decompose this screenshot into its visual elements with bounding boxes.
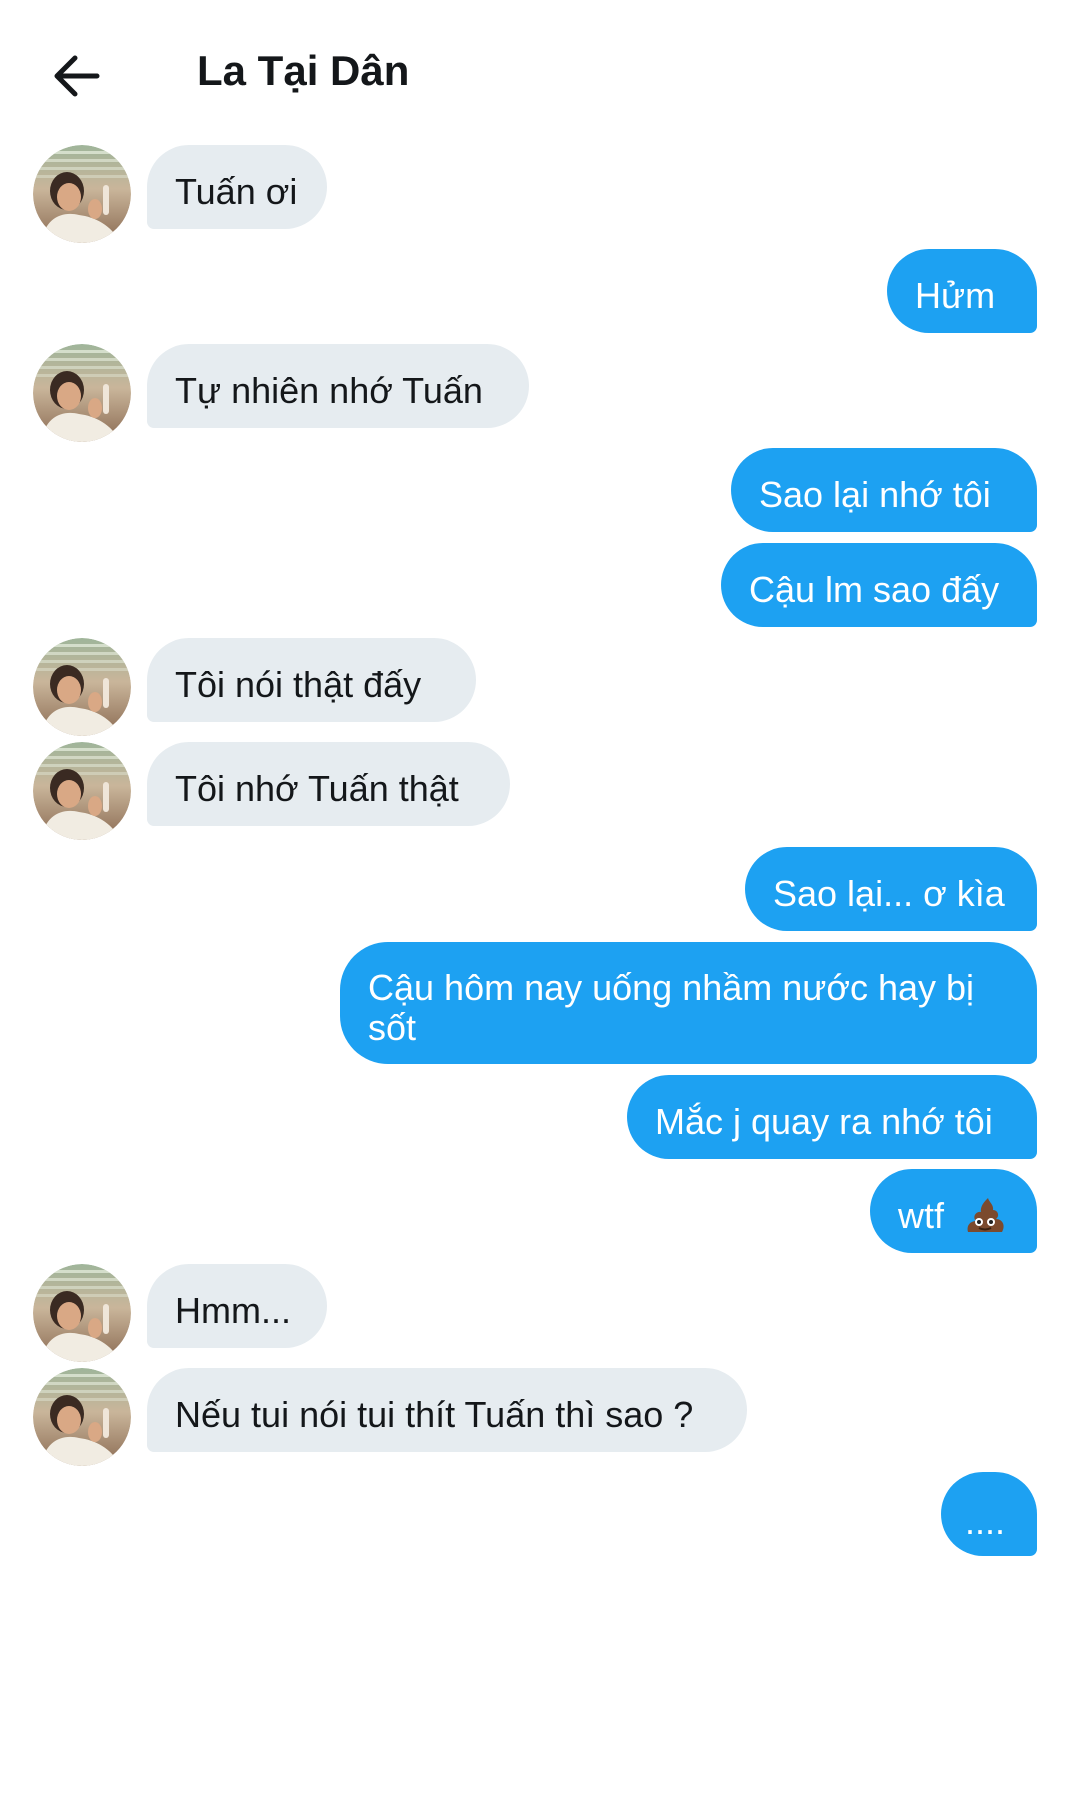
avatar[interactable] bbox=[33, 638, 131, 736]
chat-header: La Tại Dân bbox=[0, 0, 1080, 140]
outgoing-message[interactable]: Cậu hôm nay uống nhầm nước hay bị sốt bbox=[340, 942, 1037, 1064]
incoming-message[interactable]: Tuấn ơi bbox=[147, 145, 327, 229]
message-text: .... bbox=[965, 1501, 1006, 1542]
incoming-message[interactable]: Tôi nhớ Tuấn thật bbox=[147, 742, 510, 826]
pile-of-poo-emoji bbox=[967, 1198, 1004, 1233]
message-text: Hmm... bbox=[175, 1290, 291, 1331]
message-text: Tôi nói thật đấy bbox=[175, 664, 422, 705]
message-text: Mắc j quay ra nhớ tôi bbox=[655, 1101, 993, 1142]
message-text: Sao lại... ơ kìa bbox=[773, 873, 1005, 914]
message-text: Cậu hôm nay uống nhầm nước hay bị sốt bbox=[368, 967, 975, 1048]
avatar[interactable] bbox=[33, 1368, 131, 1466]
message-text: Sao lại nhớ tôi bbox=[759, 474, 991, 515]
incoming-message[interactable]: Hmm... bbox=[147, 1264, 327, 1348]
arrow-left-icon bbox=[54, 55, 100, 97]
outgoing-message[interactable]: .... bbox=[941, 1472, 1037, 1556]
message-text: wtf bbox=[898, 1195, 945, 1236]
avatar[interactable] bbox=[33, 1264, 131, 1362]
message-text: Nếu tui nói tui thít Tuấn thì sao ? bbox=[175, 1394, 694, 1435]
message-text: Hửm bbox=[915, 275, 996, 316]
message-text: Tự nhiên nhớ Tuấn bbox=[175, 370, 483, 411]
message-text: Cậu lm sao đấy bbox=[749, 569, 1000, 610]
message-text: Tôi nhớ Tuấn thật bbox=[175, 768, 459, 809]
back-button[interactable] bbox=[44, 44, 108, 108]
outgoing-message[interactable]: wtf bbox=[870, 1169, 1037, 1253]
incoming-message[interactable]: Tự nhiên nhớ Tuấn bbox=[147, 344, 529, 428]
conversation-title: La Tại Dân bbox=[197, 47, 410, 94]
message-text: Tuấn ơi bbox=[175, 171, 298, 212]
outgoing-message[interactable]: Cậu lm sao đấy bbox=[721, 543, 1037, 627]
outgoing-message[interactable]: Hửm bbox=[887, 249, 1037, 333]
outgoing-message[interactable]: Sao lại... ơ kìa bbox=[745, 847, 1037, 931]
avatar[interactable] bbox=[33, 145, 131, 243]
incoming-message[interactable]: Tôi nói thật đấy bbox=[147, 638, 476, 722]
outgoing-message[interactable]: Mắc j quay ra nhớ tôi bbox=[627, 1075, 1037, 1159]
outgoing-message[interactable]: Sao lại nhớ tôi bbox=[731, 448, 1037, 532]
incoming-message[interactable]: Nếu tui nói tui thít Tuấn thì sao ? bbox=[147, 1368, 747, 1452]
avatar[interactable] bbox=[33, 344, 131, 442]
avatar[interactable] bbox=[33, 742, 131, 840]
